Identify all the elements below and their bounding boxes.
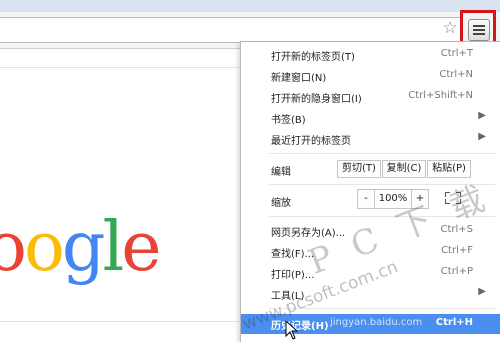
- menu-item-shortcut: Ctrl+F: [441, 245, 473, 256]
- mouse-cursor-icon: [285, 320, 299, 340]
- watermark-source: jingyan.baidu.com: [330, 317, 423, 328]
- zoom-label: 缩放: [271, 198, 291, 209]
- menu-item-label: 最近打开的标签页: [271, 136, 351, 147]
- menu-item-label: 打开新的隐身窗口(I): [271, 94, 362, 105]
- logo-letter: g: [61, 208, 105, 287]
- submenu-arrow-icon: ▶: [478, 286, 486, 297]
- menu-item-incognito[interactable]: 打开新的隐身窗口(I) Ctrl+Shift+N: [241, 87, 500, 107]
- menu-separator: [269, 153, 495, 154]
- window-top-strip: [0, 0, 500, 12]
- copy-button[interactable]: 复制(C): [382, 160, 426, 178]
- logo-letter: o: [23, 208, 65, 287]
- cut-button[interactable]: 剪切(T): [337, 160, 381, 178]
- content-bottom-divider: [0, 321, 240, 322]
- google-logo: oogle: [0, 208, 161, 287]
- submenu-arrow-icon: ▶: [478, 110, 486, 121]
- zoom-out-button[interactable]: -: [357, 189, 375, 209]
- menu-item-label: 书签(B): [271, 115, 306, 126]
- menu-item-label: 打开新的标签页(T): [271, 52, 355, 63]
- menu-item-shortcut: Ctrl+Shift+N: [408, 90, 473, 101]
- logo-letter: e: [121, 208, 161, 287]
- menu-item-label: 打印(P)...: [271, 270, 315, 281]
- submenu-arrow-icon: ▶: [478, 131, 486, 142]
- edit-label: 编辑: [271, 167, 291, 178]
- logo-letter: o: [0, 208, 27, 287]
- menu-item-shortcut: Ctrl+T: [440, 48, 473, 59]
- menu-item-recent-tabs[interactable]: 最近打开的标签页 ▶: [241, 129, 500, 149]
- menu-item-shortcut: Ctrl+H: [435, 317, 473, 328]
- menu-item-shortcut: Ctrl+P: [440, 266, 473, 277]
- logo-letter: l: [102, 208, 124, 287]
- menu-item-new-tab[interactable]: 打开新的标签页(T) Ctrl+T: [241, 45, 500, 65]
- content-divider: [0, 67, 240, 68]
- menu-item-bookmarks[interactable]: 书签(B) ▶: [241, 108, 500, 128]
- hamburger-menu-icon[interactable]: [468, 19, 490, 41]
- menu-item-new-window[interactable]: 新建窗口(N) Ctrl+N: [241, 66, 500, 86]
- star-icon[interactable]: ☆: [441, 19, 459, 37]
- address-bar[interactable]: [0, 17, 463, 43]
- menu-item-label: 新建窗口(N): [271, 73, 327, 84]
- menu-item-shortcut: Ctrl+N: [439, 69, 473, 80]
